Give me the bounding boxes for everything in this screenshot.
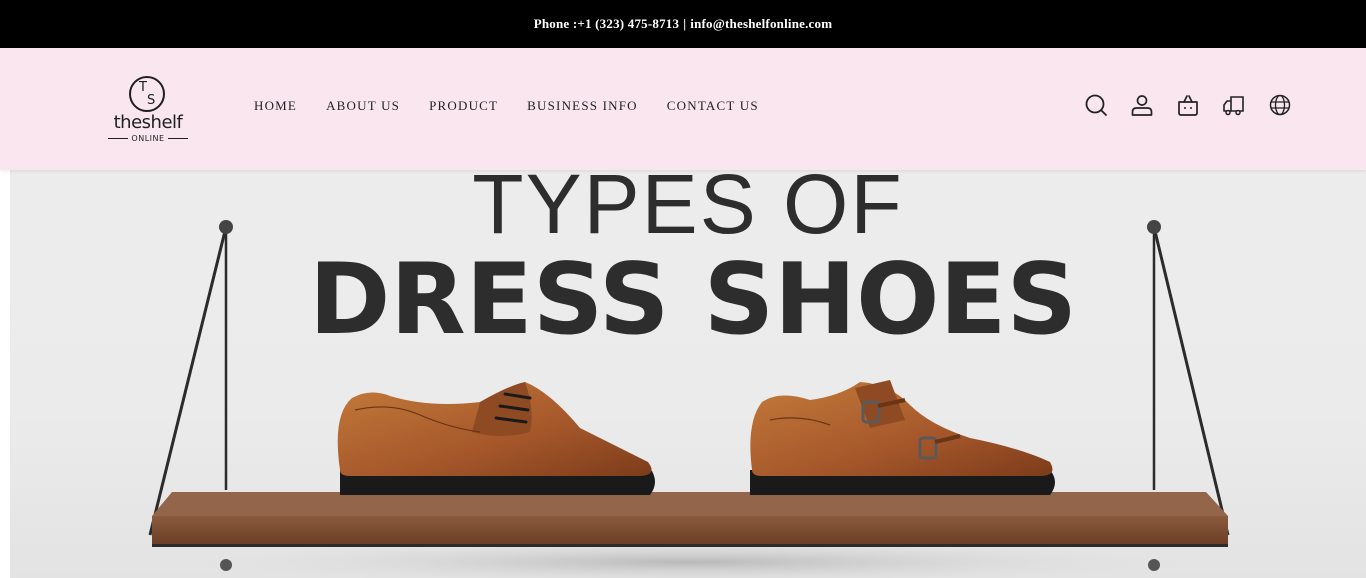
hero-title-bold: DRESS SHOES xyxy=(308,243,1078,357)
nav-about-us[interactable]: ABOUT US xyxy=(326,98,400,114)
top-contact-bar: Phone :+1 (323) 475-8713 | info@theshelf… xyxy=(0,0,1366,48)
logo-wordmark: theshelf xyxy=(113,112,183,133)
main-nav: HOME ABOUT US PRODUCT BUSINESS INFO CONT… xyxy=(254,98,759,114)
site-header: T S theshelf ONLINE HOME ABOUT US PRODUC… xyxy=(0,48,1366,170)
logo-monogram-icon: T S xyxy=(129,76,165,112)
header-icons xyxy=(1084,93,1292,117)
account-icon[interactable] xyxy=(1130,93,1154,117)
hero-banner[interactable]: TYPES OF DRESS SHOES xyxy=(10,170,1366,578)
nav-home[interactable]: HOME xyxy=(254,98,297,114)
svg-text:S: S xyxy=(147,93,155,108)
logo-subtitle: ONLINE xyxy=(98,133,198,143)
phone-number[interactable]: Phone :+1 (323) 475-8713 xyxy=(534,16,679,32)
contact-separator: | xyxy=(683,16,687,31)
nav-product[interactable]: PRODUCT xyxy=(429,98,498,114)
shipping-icon[interactable] xyxy=(1222,93,1246,117)
nav-contact-us[interactable]: CONTACT US xyxy=(667,98,759,114)
nav-business-info[interactable]: BUSINESS INFO xyxy=(527,98,638,114)
cart-icon[interactable] xyxy=(1176,93,1200,117)
logo-monogram: T xyxy=(138,80,147,95)
email-address[interactable]: info@theshelfonline.com xyxy=(690,16,832,32)
search-icon[interactable] xyxy=(1084,93,1108,117)
site-logo[interactable]: T S theshelf ONLINE xyxy=(98,75,198,143)
language-globe-icon[interactable] xyxy=(1268,93,1292,117)
